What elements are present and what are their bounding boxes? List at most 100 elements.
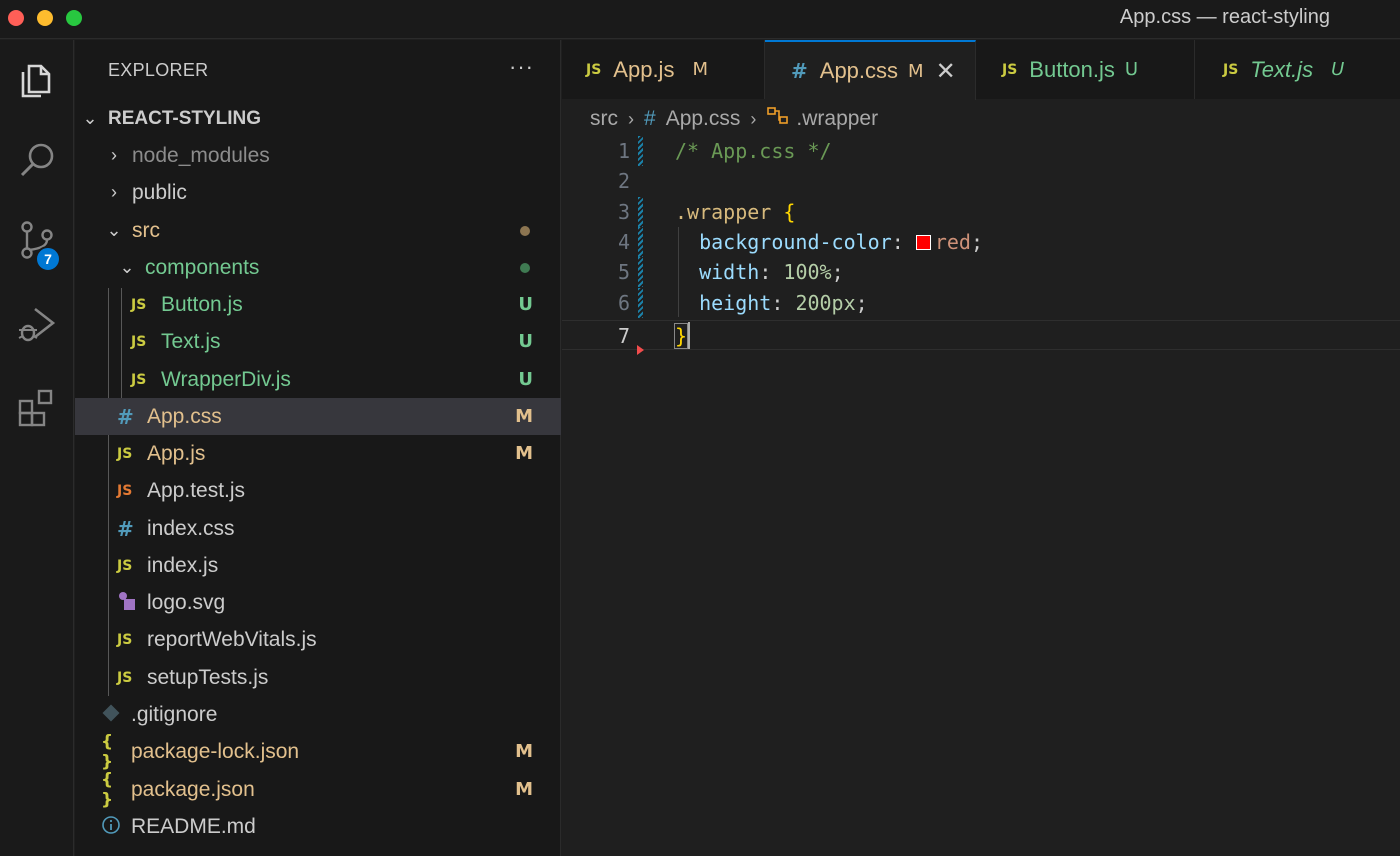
code-line: 5 width: 100%; (562, 257, 1400, 287)
tab-label: App.js (613, 56, 675, 82)
search-icon (20, 143, 54, 177)
git-change-marker (638, 197, 643, 227)
css-comment: /* App.css */ (675, 139, 832, 163)
tree-file-setuptests-js[interactable]: JS setupTests.js (75, 659, 561, 696)
tab-text-js[interactable]: JS Text.js U (1195, 40, 1400, 99)
css-value: 200px (795, 291, 856, 315)
maximize-window-button[interactable] (66, 10, 82, 26)
chevron-right-icon: › (750, 108, 757, 129)
line-number: 6 (617, 291, 630, 315)
json-file-icon: { } (101, 769, 114, 810)
js-file-icon: JS (117, 557, 133, 574)
code-editor[interactable]: 1 /* App.css */ 2 3 .wrapper { 4 backgro… (562, 136, 1400, 856)
tree-file-logo-svg[interactable]: logo.svg (75, 584, 561, 621)
chevron-right-icon: › (111, 182, 117, 202)
js-file-icon: JS (1002, 61, 1018, 78)
line-number: 1 (617, 139, 630, 163)
modified-dot (520, 225, 530, 236)
tree-item-label: Text.js (161, 329, 221, 353)
tree-file-package-json[interactable]: { } package.json M (75, 769, 561, 810)
tree-item-label: node_modules (132, 143, 270, 167)
tree-file-app-test-js[interactable]: JS App.test.js (75, 472, 561, 509)
tree-file-app-css[interactable]: # App.css M (75, 398, 561, 435)
tree-item-label: setupTests.js (147, 665, 269, 689)
tree-file-package-lock-json[interactable]: { } package-lock.json M (75, 732, 561, 772)
breadcrumb-file[interactable]: App.css (666, 107, 741, 131)
title-bar: App.css — react-styling (0, 0, 1400, 39)
js-file-icon: JS (117, 669, 133, 686)
deleted-lines-marker[interactable] (637, 345, 644, 355)
breadcrumb-symbol[interactable]: .wrapper (796, 107, 878, 131)
tab-app-css[interactable]: # App.css M ✕ (765, 40, 976, 100)
tree-item-label: logo.svg (147, 590, 226, 614)
css-property: width (699, 260, 760, 284)
git-change-marker (638, 288, 643, 318)
indent-guide (678, 227, 679, 317)
css-property: height (699, 291, 772, 315)
tree-folder-public[interactable]: › public (75, 174, 561, 211)
tree-item-label: App.css (147, 404, 222, 428)
tree-folder-components[interactable]: ⌄ components (75, 249, 561, 286)
activity-extensions[interactable] (0, 367, 74, 447)
extensions-icon (18, 389, 53, 427)
color-swatch[interactable] (915, 235, 931, 250)
tree-file-app-js[interactable]: JS App.js M (75, 435, 561, 472)
tree-file-reportwebvitals-js[interactable]: JS reportWebVitals.js (75, 621, 561, 658)
code-line: 2 (562, 166, 1400, 196)
tab-status: M (908, 60, 924, 82)
tree-file-index-css[interactable]: # index.css (75, 510, 561, 547)
tab-app-js[interactable]: JS App.js M (562, 40, 765, 99)
activity-source-control[interactable]: 7 (0, 200, 74, 280)
git-status: M (515, 443, 533, 464)
tab-button-js[interactable]: JS Button.js U (976, 40, 1195, 99)
activity-run-debug[interactable] (0, 285, 74, 365)
chevron-down-icon: ⌄ (119, 257, 135, 277)
close-tab-icon[interactable]: ✕ (936, 57, 956, 86)
tree-folder-src[interactable]: ⌄ src (75, 212, 561, 249)
tab-label: Button.js (1029, 56, 1115, 82)
tree-file-button-js[interactable]: JS Button.js U (75, 286, 561, 323)
tree-item-label: components (145, 255, 260, 279)
tree-item-label: WrapperDiv.js (161, 367, 291, 391)
untracked-dot (520, 262, 530, 273)
more-actions-button[interactable]: ··· (509, 54, 534, 80)
close-brace: } (673, 323, 689, 349)
tree-item-label: .gitignore (131, 702, 218, 726)
explorer-title: EXPLORER (108, 60, 209, 80)
tree-file-text-js[interactable]: JS Text.js U (75, 323, 561, 360)
colon: : (759, 260, 772, 284)
git-status: U (518, 331, 533, 352)
tree-item-label: package.json (131, 777, 255, 801)
tree-item-label: reportWebVitals.js (147, 627, 317, 651)
close-window-button[interactable] (8, 10, 24, 26)
line-number: 5 (617, 260, 630, 284)
minimize-window-button[interactable] (37, 10, 53, 26)
css-property: background-color (699, 230, 892, 254)
css-file-icon: # (644, 107, 656, 130)
tree-file-gitignore[interactable]: .gitignore (75, 696, 561, 733)
tree-item-label: index.js (147, 553, 219, 577)
tree-item-label: App.test.js (147, 478, 246, 502)
tree-folder-node_modules[interactable]: › node_modules (75, 137, 561, 174)
tree-file-wrapperdiv-js[interactable]: JS WrapperDiv.js U (75, 361, 561, 398)
workspace-root[interactable]: ⌄ REACT-STYLING (75, 100, 561, 137)
tree-item-label: App.js (147, 441, 206, 465)
line-number: 2 (617, 169, 630, 193)
line-number: 4 (617, 230, 630, 254)
git-change-marker (638, 257, 643, 287)
activity-explorer[interactable] (0, 40, 74, 120)
chevron-right-icon: › (111, 145, 117, 165)
js-file-icon: JS (117, 445, 133, 462)
tree-item-label: README.md (131, 814, 256, 838)
debug-icon (18, 307, 56, 342)
tree-file-readme-md[interactable]: README.md (75, 808, 561, 845)
explorer-sidebar: EXPLORER ··· ⌄ REACT-STYLING › node_modu… (75, 40, 561, 856)
js-file-icon: JS (586, 61, 602, 78)
tree-item-label: public (132, 180, 187, 204)
chevron-right-icon: › (628, 108, 634, 129)
tree-file-index-js[interactable]: JS index.js (75, 547, 561, 584)
breadcrumb-folder[interactable]: src (590, 107, 618, 131)
js-file-icon: JS (117, 631, 133, 648)
activity-search[interactable] (0, 120, 74, 200)
tab-label: Text.js (1250, 56, 1314, 82)
